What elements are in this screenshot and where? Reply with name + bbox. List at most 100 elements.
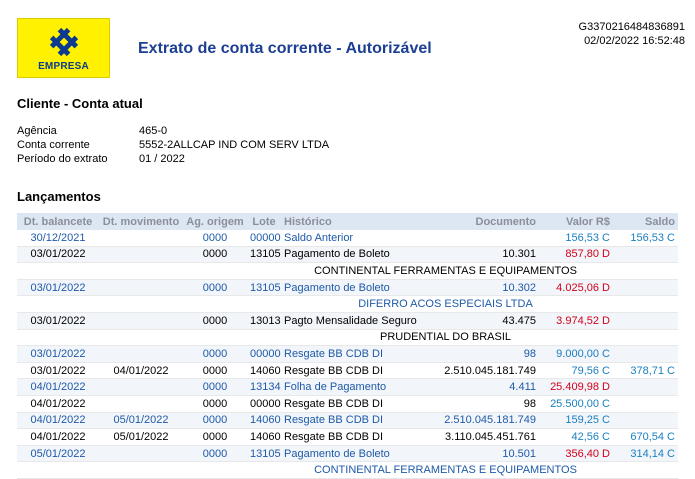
- cell-lote: 00000: [247, 395, 281, 413]
- cell-lote: 13105: [247, 246, 281, 264]
- cell-empty: [17, 329, 99, 347]
- cell-dt-balancete: 03/01/2022: [17, 345, 99, 363]
- cell-saldo: 378,71 C: [613, 362, 678, 380]
- cell-empty: [17, 295, 99, 313]
- cell-saldo: [613, 412, 678, 430]
- cell-empty: [247, 262, 281, 280]
- table-row: 03/01/2022 0000 00000 Resgate BB CDB DI 98 9.…: [17, 345, 678, 363]
- cell-dt-movimento: [99, 246, 183, 264]
- cell-saldo: [613, 312, 678, 330]
- cell-ag-origem: 0000: [183, 246, 247, 264]
- cell-dt-movimento: [99, 312, 183, 330]
- client-section-title: Cliente - Conta atual: [17, 96, 143, 111]
- cell-empty: [247, 461, 281, 479]
- cell-historico: Resgate BB CDB DI: [281, 428, 431, 446]
- cell-historico: Resgate BB CDB DI: [281, 362, 431, 380]
- cell-dt-movimento: [99, 345, 183, 363]
- cell-documento: 4.411: [431, 378, 539, 396]
- cell-dt-balancete: 03/01/2022: [17, 312, 99, 330]
- cell-valor: 9.000,00 C: [539, 345, 613, 363]
- cell-valor: 25.500,00 C: [539, 395, 613, 413]
- cell-dt-balancete: 04/01/2022: [17, 428, 99, 446]
- col-header: Dt. balancete: [17, 213, 99, 230]
- cell-valor: 79,56 C: [539, 362, 613, 380]
- cell-documento: 98: [431, 395, 539, 413]
- cell-empty: [99, 329, 183, 347]
- client-field-period: Período do extrato 01 / 2022: [17, 152, 329, 166]
- bank-logo-icon: [49, 27, 79, 57]
- table-row: 03/01/2022 0000 13105 Pagamento de Boleto 10…: [17, 279, 678, 297]
- cell-dt-movimento: [99, 445, 183, 463]
- client-info: Agência 465-0 Conta corrente 5552-2ALLCA…: [17, 124, 329, 166]
- cell-lote: 14060: [247, 428, 281, 446]
- document-meta: G3370216484836891 02/02/2022 16:52:48: [579, 20, 685, 48]
- cell-ag-origem: 0000: [183, 395, 247, 413]
- col-header: Lote: [247, 213, 281, 230]
- cell-empty: [613, 295, 678, 313]
- cell-valor: 356,40 D: [539, 445, 613, 463]
- cell-documento: 10.302: [431, 279, 539, 297]
- cell-lote: 00000: [247, 345, 281, 363]
- cell-dt-movimento: [99, 230, 183, 247]
- cell-saldo: [613, 345, 678, 363]
- cell-dt-movimento: [99, 395, 183, 413]
- cell-historico: Pagamento de Boleto: [281, 246, 431, 264]
- col-header: Valor R$: [539, 213, 613, 230]
- cell-dt-balancete: 03/01/2022: [17, 362, 99, 380]
- document-datetime: 02/02/2022 16:52:48: [584, 35, 685, 47]
- cell-saldo: [613, 279, 678, 297]
- ledger-section-title: Lançamentos: [17, 189, 101, 204]
- cell-dt-movimento: 05/01/2022: [99, 428, 183, 446]
- row-note: CONTINENTAL FERRAMENTAS E EQUIPAMENTOS: [281, 461, 613, 479]
- logo-text: EMPRESA: [38, 61, 89, 72]
- cell-empty: [17, 262, 99, 280]
- ledger-body: 30/12/2021 0000 00000 Saldo Anterior 156,53 …: [17, 230, 678, 479]
- table-row-note: CONTINENTAL FERRAMENTAS E EQUIPAMENTOS: [17, 461, 678, 479]
- cell-documento: 3.110.045.451.761: [431, 428, 539, 446]
- col-header: Dt. movimento: [99, 213, 183, 230]
- cell-documento: 2.510.045.181.749: [431, 412, 539, 430]
- cell-ag-origem: 0000: [183, 279, 247, 297]
- cell-lote: 13013: [247, 312, 281, 330]
- cell-historico: Pagamento de Boleto: [281, 445, 431, 463]
- cell-lote: 14060: [247, 412, 281, 430]
- cell-empty: [99, 262, 183, 280]
- cell-empty: [613, 461, 678, 479]
- col-header: Histórico: [281, 213, 431, 230]
- field-label: Período do extrato: [17, 153, 108, 165]
- table-row: 04/01/2022 0000 00000 Resgate BB CDB DI 98 25…: [17, 395, 678, 413]
- table-row: 30/12/2021 0000 00000 Saldo Anterior 156,53 …: [17, 230, 678, 247]
- cell-empty: [613, 262, 678, 280]
- cell-valor: 4.025,06 D: [539, 279, 613, 297]
- cell-valor: 42,56 C: [539, 428, 613, 446]
- cell-historico: Resgate BB CDB DI: [281, 395, 431, 413]
- cell-empty: [613, 329, 678, 347]
- row-note: DIFERRO ACOS ESPECIAIS LTDA: [281, 295, 613, 313]
- table-row: 03/01/2022 0000 13105 Pagamento de Boleto 10…: [17, 246, 678, 264]
- cell-historico: Resgate BB CDB DI: [281, 412, 431, 430]
- cell-empty: [99, 295, 183, 313]
- cell-historico: Pagamento de Boleto: [281, 279, 431, 297]
- cell-lote: 13105: [247, 279, 281, 297]
- cell-lote: 14060: [247, 362, 281, 380]
- cell-ag-origem: 0000: [183, 312, 247, 330]
- cell-valor: 25.409,98 D: [539, 378, 613, 396]
- ledger-table: Dt. balancete Dt. movimento Ag. origem L…: [17, 213, 678, 479]
- cell-historico: Saldo Anterior: [281, 230, 431, 247]
- col-header: Saldo: [613, 213, 678, 230]
- cell-dt-movimento: [99, 378, 183, 396]
- cell-empty: [247, 329, 281, 347]
- cell-dt-balancete: 30/12/2021: [17, 230, 99, 247]
- table-row: 04/01/2022 0000 13134 Folha de Pagamento 4.4…: [17, 378, 678, 396]
- cell-saldo: 314,14 C: [613, 445, 678, 463]
- cell-dt-balancete: 04/01/2022: [17, 395, 99, 413]
- cell-valor: 159,25 C: [539, 412, 613, 430]
- cell-lote: 13105: [247, 445, 281, 463]
- col-header: Ag. origem: [183, 213, 247, 230]
- cell-saldo: [613, 246, 678, 264]
- cell-empty: [247, 295, 281, 313]
- cell-valor: 156,53 C: [539, 230, 613, 247]
- page-title: Extrato de conta corrente - Autorizável: [138, 40, 432, 57]
- field-value: 01 / 2022: [139, 153, 185, 165]
- cell-empty: [183, 295, 247, 313]
